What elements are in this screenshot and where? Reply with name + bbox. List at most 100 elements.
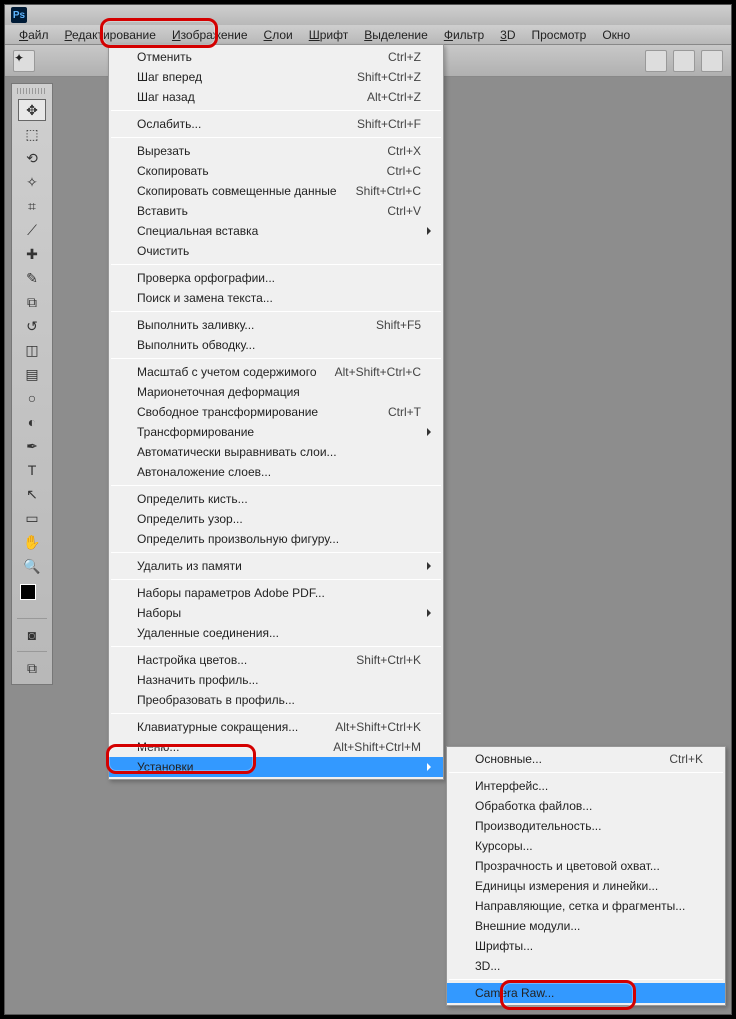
menu-item[interactable]: Шрифты... bbox=[447, 936, 725, 956]
menu-item: СкопироватьCtrl+C bbox=[109, 161, 443, 181]
menu-item[interactable]: Обработка файлов... bbox=[447, 796, 725, 816]
menu-item[interactable]: Удалить из памяти bbox=[109, 556, 443, 576]
tool-wand[interactable]: ✧ bbox=[18, 171, 46, 193]
shortcut: Shift+Ctrl+K bbox=[356, 653, 421, 667]
separator bbox=[111, 137, 441, 138]
tool-dodge[interactable]: ◐ bbox=[18, 411, 46, 433]
menu-item[interactable]: Единицы измерения и линейки... bbox=[447, 876, 725, 896]
menu-label: Меню... bbox=[137, 740, 179, 754]
menu-label: Основные... bbox=[475, 752, 542, 766]
menu-label: Настройка цветов... bbox=[137, 653, 247, 667]
menu-item: ВырезатьCtrl+X bbox=[109, 141, 443, 161]
align-icon[interactable] bbox=[673, 50, 695, 72]
menu-item[interactable]: Клавиатурные сокращения... Alt+Shift+Ctrl… bbox=[109, 717, 443, 737]
tool-blur[interactable]: ○ bbox=[18, 387, 46, 409]
menu-item[interactable]: Меню...Alt+Shift+Ctrl+M bbox=[109, 737, 443, 757]
shortcut: Shift+Ctrl+F bbox=[357, 117, 421, 131]
menu-слои[interactable]: Слои bbox=[256, 26, 301, 44]
tool-crop[interactable]: ⌗ bbox=[18, 195, 46, 217]
quickmask-icon[interactable]: ◙ bbox=[18, 624, 46, 646]
menu-изображение[interactable]: Изображение bbox=[164, 26, 256, 44]
menu-item[interactable]: Прозрачность и цветовой охват... bbox=[447, 856, 725, 876]
menu-label: Шаг назад bbox=[137, 90, 195, 104]
menu-label: Клавиатурные сокращения... bbox=[137, 720, 298, 734]
tool-brush[interactable]: ✎ bbox=[18, 267, 46, 289]
menu-item[interactable]: Наборы параметров Adobe PDF... bbox=[109, 583, 443, 603]
tool-path[interactable]: ↖ bbox=[18, 483, 46, 505]
menu-item[interactable]: Удаленные соединения... bbox=[109, 623, 443, 643]
menu-label: Шаг вперед bbox=[137, 70, 202, 84]
tool-preset-icon[interactable]: ✦ bbox=[13, 50, 35, 72]
menu-label: Поиск и замена текста... bbox=[137, 291, 273, 305]
menu-item: ОтменитьCtrl+Z bbox=[109, 47, 443, 67]
menu-item[interactable]: Выполнить заливку... Shift+F5 bbox=[109, 315, 443, 335]
align-icon[interactable] bbox=[645, 50, 667, 72]
tool-heal[interactable]: ✚ bbox=[18, 243, 46, 265]
preferences-submenu[interactable]: Основные... Ctrl+K Интерфейс...Обработка ф… bbox=[446, 746, 726, 1006]
menu-label: Марионеточная деформация bbox=[137, 385, 300, 399]
tool-eraser[interactable]: ◫ bbox=[18, 339, 46, 361]
shortcut: Alt+Shift+Ctrl+K bbox=[335, 720, 421, 734]
menu-label: Выполнить заливку... bbox=[137, 318, 254, 332]
menu-редактирование[interactable]: Редактирование bbox=[57, 26, 164, 44]
menu-item[interactable]: Основные... Ctrl+K bbox=[447, 749, 725, 769]
menu-окно[interactable]: Окно bbox=[594, 26, 638, 44]
tool-move[interactable]: ✥ bbox=[18, 99, 46, 121]
menu-label: 3D... bbox=[475, 959, 500, 973]
menu-item: Очистить bbox=[109, 241, 443, 261]
menu-выделение[interactable]: Выделение bbox=[356, 26, 436, 44]
menu-просмотр[interactable]: Просмотр bbox=[524, 26, 595, 44]
menu-label: Шрифты... bbox=[475, 939, 533, 953]
menu-item[interactable]: Наборы bbox=[109, 603, 443, 623]
align-icon[interactable] bbox=[701, 50, 723, 72]
tool-zoom[interactable]: 🔍 bbox=[18, 555, 46, 577]
tool-hand[interactable]: ✋ bbox=[18, 531, 46, 553]
edit-menu[interactable]: ОтменитьCtrl+ZШаг впередShift+Ctrl+ZШаг … bbox=[108, 44, 444, 780]
color-swatch[interactable] bbox=[20, 584, 44, 608]
tool-pen[interactable]: ✒ bbox=[18, 435, 46, 457]
separator bbox=[449, 772, 723, 773]
menu-item: Масштаб с учетом содержимогоAlt+Shift+Ct… bbox=[109, 362, 443, 382]
menu-item[interactable]: Шаг назадAlt+Ctrl+Z bbox=[109, 87, 443, 107]
menu-item[interactable]: Интерфейс... bbox=[447, 776, 725, 796]
shortcut: Shift+F5 bbox=[376, 318, 421, 332]
shortcut: Shift+Ctrl+Z bbox=[357, 70, 421, 84]
menu-item[interactable]: Внешние модули... bbox=[447, 916, 725, 936]
tool-lasso[interactable]: ⟲ bbox=[18, 147, 46, 169]
menu-label: Назначить профиль... bbox=[137, 673, 258, 687]
menu-item[interactable]: Camera Raw... bbox=[447, 983, 725, 1003]
tool-rect[interactable]: ▭ bbox=[18, 507, 46, 529]
toolbar-grip[interactable] bbox=[17, 88, 47, 94]
menu-label: Прозрачность и цветовой охват... bbox=[475, 859, 660, 873]
separator bbox=[111, 311, 441, 312]
menu-item: Автоматически выравнивать слои... bbox=[109, 442, 443, 462]
menu-шрифт[interactable]: Шрифт bbox=[301, 26, 356, 44]
menu-item: Определить узор... bbox=[109, 509, 443, 529]
menu-item[interactable]: Курсоры... bbox=[447, 836, 725, 856]
menu-label: Вырезать bbox=[137, 144, 190, 158]
tool-type[interactable]: T bbox=[18, 459, 46, 481]
menu-item[interactable]: Шаг вперед Shift+Ctrl+Z bbox=[109, 67, 443, 87]
menu-item[interactable]: 3D... bbox=[447, 956, 725, 976]
shortcut: Ctrl+C bbox=[387, 164, 421, 178]
menu-3d[interactable]: 3D bbox=[492, 26, 523, 44]
tool-history[interactable]: ↺ bbox=[18, 315, 46, 337]
menu-item: Скопировать совмещенные данныеShift+Ctrl… bbox=[109, 181, 443, 201]
tool-eyedrop[interactable]: ⟋ bbox=[18, 219, 46, 241]
menu-item[interactable]: Направляющие, сетка и фрагменты... bbox=[447, 896, 725, 916]
menu-item[interactable]: Производительность... bbox=[447, 816, 725, 836]
menu-фильтр[interactable]: Фильтр bbox=[436, 26, 492, 44]
menu-item[interactable]: Установки bbox=[109, 757, 443, 777]
menu-label: Наборы параметров Adobe PDF... bbox=[137, 586, 325, 600]
toolbar[interactable]: ✥⬚⟲✧⌗⟋✚✎⧉↺◫▤○◐✒T↖▭✋🔍◙⧉ bbox=[11, 83, 53, 685]
menu-item[interactable]: Настройка цветов... Shift+Ctrl+K bbox=[109, 650, 443, 670]
menu-файл[interactable]: Файл bbox=[11, 26, 57, 44]
screenmode-icon[interactable]: ⧉ bbox=[18, 657, 46, 679]
menu-item: Ослабить...Shift+Ctrl+F bbox=[109, 114, 443, 134]
tool-marquee[interactable]: ⬚ bbox=[18, 123, 46, 145]
menubar[interactable]: ФайлРедактированиеИзображениеСлоиШрифтВы… bbox=[5, 25, 731, 45]
tool-gradient[interactable]: ▤ bbox=[18, 363, 46, 385]
shortcut: Ctrl+K bbox=[669, 752, 703, 766]
menu-label: Масштаб с учетом содержимого bbox=[137, 365, 317, 379]
tool-stamp[interactable]: ⧉ bbox=[18, 291, 46, 313]
